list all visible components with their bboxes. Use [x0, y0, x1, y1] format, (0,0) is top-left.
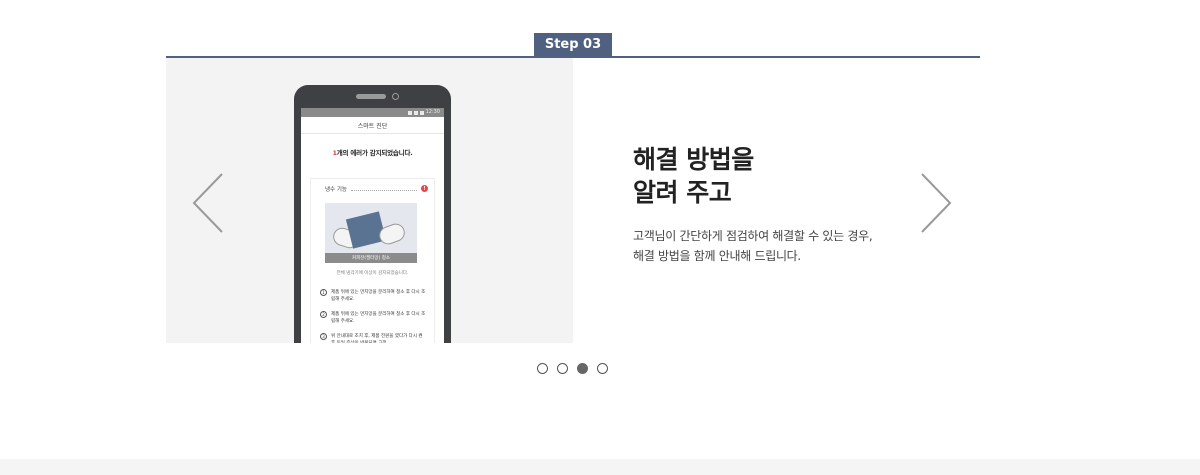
step-text: 위 안내대로 조치 후, 제품 전원을 껐다가 다시 켠 후 동일 증상이 반복…	[331, 334, 423, 343]
carousel-prev-button[interactable]	[190, 172, 226, 234]
guide-step: 2 제품 뒤에 있는 먼지망을 분리하여 청소 후 다시 조립해 주세요.	[320, 311, 428, 325]
error-headline: 1개의 에러가 감지되었습니다.	[301, 147, 444, 157]
wifi-icon	[407, 110, 412, 115]
slide-description-line: 해결 방법을 함께 안내해 드립니다.	[633, 249, 801, 263]
alert-icon: !	[421, 185, 428, 192]
diagnosis-card: 냉수 기능 ! 커피잔(필터망) 청소 전체 냉각기에 이상이 감지되었습니다.…	[310, 178, 435, 343]
slide-title: 해결 방법을 알려 주고	[633, 143, 754, 209]
slide-title-line: 해결 방법을	[633, 145, 754, 174]
pagination-dot[interactable]	[557, 363, 568, 374]
step-number: 2	[320, 311, 327, 318]
status-bar: 12:30	[301, 108, 444, 117]
filter-cleaning-illustration: 커피잔(필터망) 청소	[325, 203, 417, 263]
slide-image-panel: 12:30 스마트 진단 1개의 에러가 감지되었습니다. 냉수 기능 ! 커피…	[166, 58, 573, 343]
step-badge: Step 03	[534, 33, 612, 56]
phone-screen: 12:30 스마트 진단 1개의 에러가 감지되었습니다. 냉수 기능 ! 커피…	[301, 108, 444, 343]
illustration-caption: 커피잔(필터망) 청소	[325, 253, 417, 263]
card-label: 냉수 기능	[325, 186, 347, 193]
pagination-dot[interactable]	[597, 363, 608, 374]
signal-icon	[413, 110, 418, 115]
phone-mockup: 12:30 스마트 진단 1개의 에러가 감지되었습니다. 냉수 기능 ! 커피…	[294, 85, 451, 343]
battery-icon	[419, 110, 424, 115]
guide-step: 3 위 안내대로 조치 후, 제품 전원을 껐다가 다시 켠 후 동일 증상이 …	[320, 333, 428, 343]
pagination-dot-active[interactable]	[577, 363, 588, 374]
screen-title: 스마트 진단	[301, 117, 444, 134]
carousel-pagination	[537, 363, 608, 374]
chevron-left-icon	[192, 173, 223, 233]
pagination-dot[interactable]	[537, 363, 548, 374]
phone-camera	[392, 93, 399, 100]
card-header: 냉수 기능 !	[311, 179, 434, 193]
step-text: 제품 뒤에 있는 먼지망을 분리하여 청소 후 다시 조립해 주세요.	[331, 312, 426, 324]
slide-title-line: 알려 주고	[633, 178, 732, 207]
step-number: 3	[320, 333, 327, 340]
slide-description: 고객님이 간단하게 점검하여 해결할 수 있는 경우, 해결 방법을 함께 안내…	[633, 226, 873, 266]
smart-diagnosis-slide: Step 03 12:30 스마트 진단 1개의 에러가 감지되었습니다. 냉수…	[0, 0, 1200, 475]
card-subtext: 전체 냉각기에 이상이 감지되었습니다.	[336, 271, 409, 276]
chevron-right-icon	[921, 173, 952, 233]
step-text: 제품 뒤에 있는 먼지망을 분리하여 청소 후 다시 조립해 주세요.	[331, 290, 426, 302]
carousel-next-button[interactable]	[918, 172, 954, 234]
slide-description-line: 고객님이 간단하게 점검하여 해결할 수 있는 경우,	[633, 229, 873, 243]
guide-step: 1 제품 뒤에 있는 먼지망을 분리하여 청소 후 다시 조립해 주세요.	[320, 289, 428, 303]
phone-speaker	[356, 94, 386, 99]
footer-band	[0, 459, 1200, 475]
dotted-leader	[351, 187, 417, 191]
step-number: 1	[320, 289, 327, 296]
error-text: 개의 에러가 감지되었습니다.	[336, 149, 413, 157]
status-time: 12:30	[425, 109, 440, 115]
